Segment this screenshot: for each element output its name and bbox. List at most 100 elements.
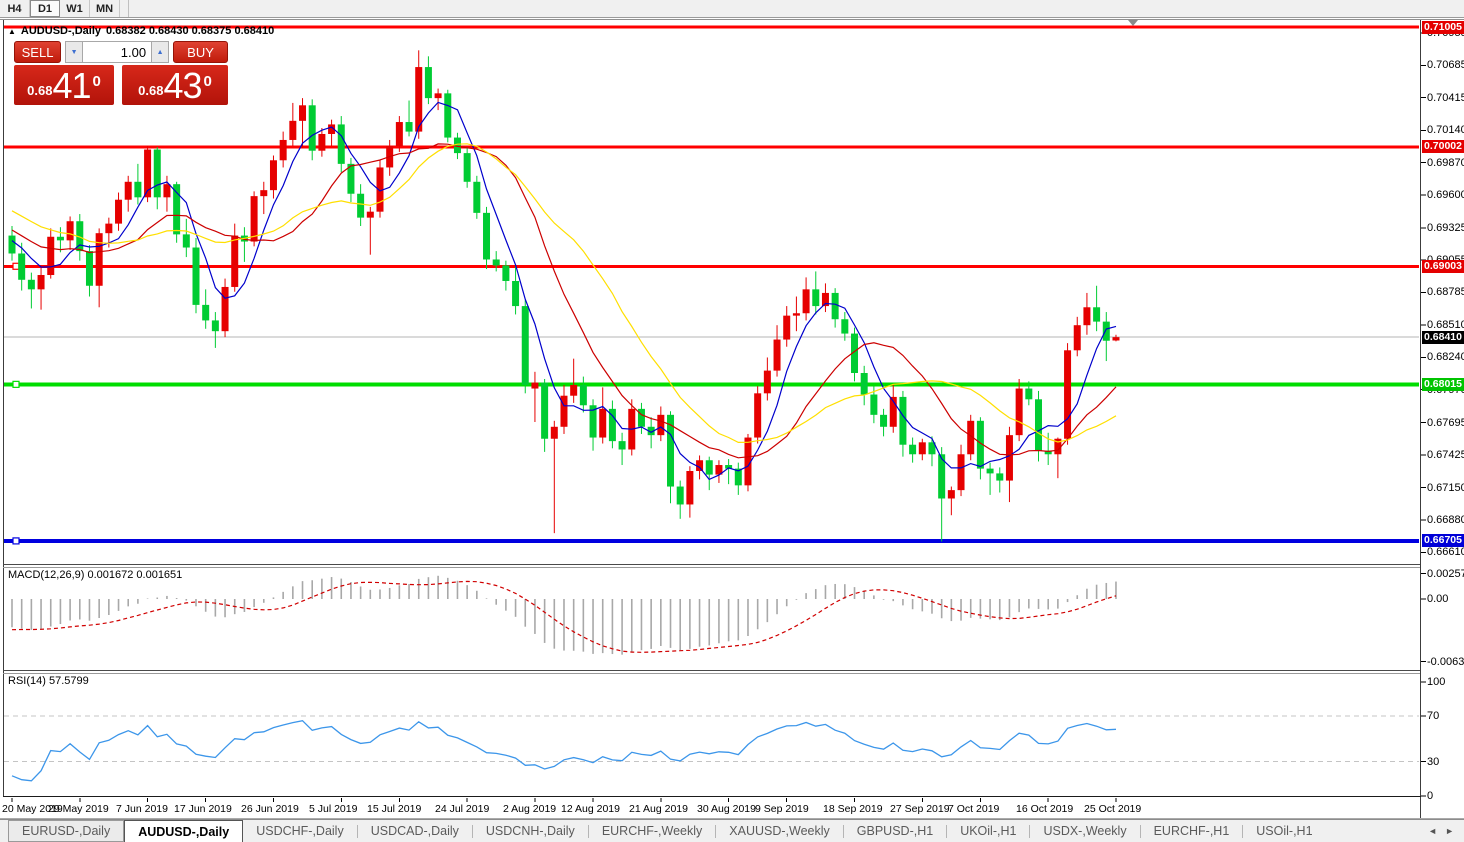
candle-body — [657, 415, 664, 435]
bid-prefix: 0.68 — [27, 81, 52, 101]
candle-body — [793, 313, 800, 315]
candle-body — [406, 122, 413, 132]
candle-body — [18, 253, 25, 279]
candle-body — [338, 124, 345, 163]
candle-body — [919, 442, 926, 454]
price-axis-badge: 0.68015 — [1422, 378, 1464, 391]
chart-tab-eurchf-h1[interactable]: EURCHF-,H1 — [1141, 820, 1243, 842]
candle-body — [987, 469, 994, 474]
date-axis-label: 17 Jun 2019 — [174, 803, 232, 815]
candle-body — [115, 200, 122, 224]
candle-body — [667, 415, 674, 487]
candle-body — [599, 409, 606, 438]
price-axis-tick: 0.68785 — [1427, 286, 1464, 298]
chart-title: ▲ AUDUSD-,Daily 0.68382 0.68430 0.68375 … — [8, 25, 274, 37]
date-axis-label: 29 May 2019 — [48, 803, 109, 815]
chart-tab-eurchf-weekly[interactable]: EURCHF-,Weekly — [589, 820, 715, 842]
candle-body — [289, 121, 296, 140]
candle-body — [1103, 322, 1110, 341]
candle-body — [502, 265, 509, 281]
sell-button[interactable]: SELL — [14, 41, 61, 63]
candle-body — [686, 471, 693, 504]
candle-body — [803, 289, 810, 313]
candle-body — [764, 371, 771, 394]
candle-body — [909, 445, 916, 455]
chart-tab-audusd-daily[interactable]: AUDUSD-,Daily — [124, 820, 243, 842]
date-axis-label: 16 Oct 2019 — [1016, 803, 1073, 815]
date-axis-label: 21 Aug 2019 — [629, 803, 688, 815]
candle-body — [619, 441, 626, 449]
candle-body — [493, 259, 500, 265]
rsi-indicator-label: RSI(14) 57.5799 — [8, 675, 89, 687]
price-axis-tick: 0.66610 — [1427, 546, 1464, 558]
candle-body — [425, 67, 432, 98]
chart-shift-marker-icon[interactable] — [1128, 20, 1138, 26]
rsi-axis-tick: 100 — [1427, 676, 1445, 688]
chart-tab-gbpusd-h1[interactable]: GBPUSD-,H1 — [844, 820, 946, 842]
candle-body — [134, 182, 141, 198]
date-axis-label: 26 Jun 2019 — [241, 803, 299, 815]
candle-body — [473, 182, 480, 213]
date-axis-label: 18 Sep 2019 — [823, 803, 883, 815]
candle-body — [280, 140, 287, 160]
chart-tab-usdx-weekly[interactable]: USDX-,Weekly — [1030, 820, 1139, 842]
date-axis-label: 25 Oct 2019 — [1084, 803, 1141, 815]
volume-input[interactable] — [82, 42, 152, 62]
candle-body — [444, 93, 451, 137]
rsi-line — [12, 721, 1116, 781]
trendline-handle[interactable] — [13, 381, 19, 387]
chart-tab-xauusd-weekly[interactable]: XAUUSD-,Weekly — [716, 820, 842, 842]
tab-scroll-left-icon[interactable]: ◄ — [1428, 826, 1437, 836]
candle-body — [706, 460, 713, 474]
candle-body — [531, 383, 538, 389]
candle-body — [1112, 337, 1119, 340]
ask-prefix: 0.68 — [138, 81, 163, 101]
chart-tab-usoil-h1[interactable]: USOil-,H1 — [1243, 820, 1325, 842]
candle-body — [396, 122, 403, 146]
chart-tab-eurusd-daily[interactable]: EURUSD-,Daily — [8, 820, 124, 842]
ask-price-button[interactable]: 0.68430 — [122, 65, 228, 105]
buy-button[interactable]: BUY — [173, 41, 228, 63]
candle-body — [86, 251, 93, 286]
macd-axis-tick: 0.00 — [1427, 593, 1448, 605]
candle-body — [754, 393, 761, 437]
candle-body — [270, 160, 277, 190]
candle-body — [464, 153, 471, 182]
bid-big-digits: 41 — [52, 71, 90, 101]
candle-body — [357, 194, 364, 218]
chart-tab-usdcad-daily[interactable]: USDCAD-,Daily — [358, 820, 472, 842]
volume-decrease-icon[interactable]: ▼ — [66, 42, 82, 62]
chart-canvas[interactable] — [0, 0, 1464, 842]
date-axis-label: 2 Aug 2019 — [503, 803, 556, 815]
candle-body — [57, 237, 64, 241]
price-axis-badge: 0.69003 — [1422, 260, 1464, 273]
candle-body — [512, 281, 519, 306]
candle-body — [251, 196, 258, 241]
candle-body — [318, 134, 325, 151]
candle-body — [1093, 307, 1100, 321]
candle-body — [551, 427, 558, 439]
chart-tab-ukoil-h1[interactable]: UKOil-,H1 — [947, 820, 1029, 842]
ask-pip-digit: 0 — [204, 65, 212, 99]
chart-tab-usdcnh-daily[interactable]: USDCNH-,Daily — [473, 820, 588, 842]
date-axis-label: 30 Aug 2019 — [697, 803, 756, 815]
chart-tab-usdchf-daily[interactable]: USDCHF-,Daily — [243, 820, 357, 842]
window-marker-icon: ▲ — [8, 27, 16, 36]
tab-scroll-arrows: ◄ ► — [1428, 820, 1464, 842]
trendline-handle[interactable] — [13, 263, 19, 269]
price-axis-tick: 0.67695 — [1427, 417, 1464, 429]
candle-body — [483, 213, 490, 260]
tab-scroll-right-icon[interactable]: ► — [1445, 826, 1454, 836]
candle-body — [202, 305, 209, 321]
price-axis-tick: 0.67150 — [1427, 482, 1464, 494]
candle-body — [260, 190, 267, 196]
volume-increase-icon[interactable]: ▲ — [152, 42, 168, 62]
trendline-handle[interactable] — [13, 538, 19, 544]
price-axis-tick: 0.70415 — [1427, 92, 1464, 104]
volume-stepper: ▼ ▲ — [65, 41, 169, 63]
price-axis-tick: 0.68240 — [1427, 351, 1464, 363]
candle-body — [154, 150, 161, 198]
candle-body — [812, 289, 819, 306]
price-axis-badge: 0.68410 — [1422, 331, 1464, 344]
bid-price-button[interactable]: 0.68410 — [14, 65, 114, 105]
